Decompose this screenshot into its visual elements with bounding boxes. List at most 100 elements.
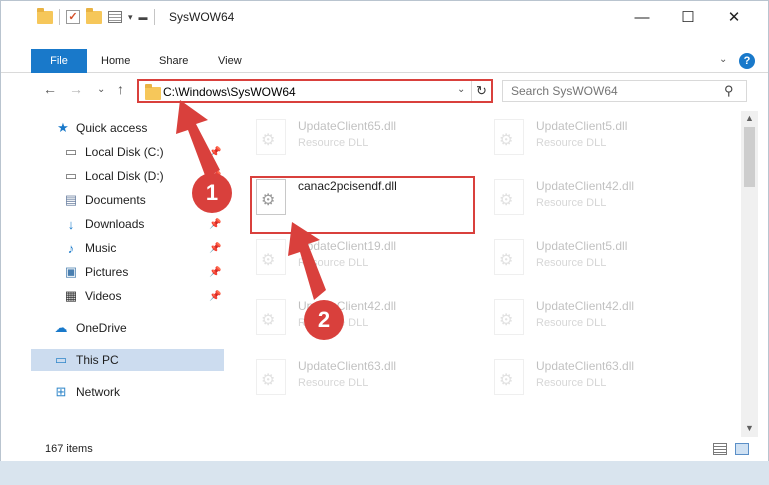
toolbar-divider <box>153 9 155 25</box>
file-name: UpdateClient65.dll <box>298 119 397 133</box>
dll-file-icon: ⚙ <box>256 299 286 335</box>
forward-button[interactable]: → <box>69 81 83 97</box>
sidebar-item-label: Local Disk (C:) <box>85 145 164 159</box>
gear-icon: ⚙ <box>261 252 276 269</box>
download-icon: ↓ <box>67 216 75 232</box>
sidebar-item-this-pc[interactable]: ▭ This PC <box>31 349 224 371</box>
chevron-down-icon[interactable]: ⌄ <box>457 84 465 95</box>
item-count: 167 items <box>45 443 93 455</box>
step-1-badge: 1 <box>192 173 232 213</box>
tab-share[interactable]: Share <box>159 49 188 73</box>
help-icon[interactable]: ? <box>739 53 755 69</box>
title-bar: ✓ ▾ ▬ SysWOW64 — ☐ ✕ <box>1 1 768 33</box>
address-bar[interactable]: C:\Windows\SysWOW64 ⌄ ↻ <box>137 79 493 103</box>
gear-icon: ⚙ <box>261 312 276 329</box>
videos-icon: ▦ <box>64 288 78 303</box>
file-type: Resource DLL <box>298 257 369 269</box>
address-path[interactable]: C:\Windows\SysWOW64 <box>163 85 296 99</box>
status-bar: 167 items <box>1 437 768 461</box>
sidebar-item-downloads[interactable]: ↓ Downloads 📌 <box>31 213 224 235</box>
customize-toolbar-icon[interactable]: ▬ <box>139 12 148 22</box>
file-item[interactable]: ⚙ UpdateClient19.dll Resource DLL <box>228 231 458 281</box>
sidebar-item-label: OneDrive <box>76 321 127 335</box>
file-type: Resource DLL <box>536 197 607 209</box>
up-button[interactable]: ↑ <box>117 81 124 97</box>
file-type: Resource DLL <box>298 137 369 149</box>
sidebar-item-network[interactable]: ⊞ Network <box>31 381 224 403</box>
sidebar-item-label: Quick access <box>76 121 148 135</box>
sidebar-item-label: Music <box>85 241 117 255</box>
file-name: UpdateClient19.dll <box>298 239 397 253</box>
pin-icon[interactable]: 📌 <box>209 291 221 302</box>
sidebar-item-videos[interactable]: ▦ Videos 📌 <box>31 285 224 307</box>
file-list: ⚙ UpdateClient65.dll Resource DLL ⚙ Upda… <box>228 111 740 437</box>
documents-icon: ▤ <box>64 192 78 207</box>
file-item[interactable]: ⚙ UpdateClient5.dll Resource DLL <box>466 111 696 161</box>
sidebar-item-label: Local Disk (D:) <box>85 169 164 183</box>
properties-icon[interactable] <box>108 11 122 23</box>
scroll-up-icon[interactable]: ▲ <box>745 113 754 123</box>
large-icons-view-icon[interactable] <box>735 443 749 455</box>
sidebar-item-quick-access[interactable]: ★ Quick access <box>31 117 224 139</box>
navigation-pane: ★ Quick access ▭ Local Disk (C:) 📌 ▭ Loc… <box>31 117 224 437</box>
details-view-icon[interactable] <box>713 443 727 455</box>
gear-icon: ⚙ <box>499 252 514 269</box>
music-icon: ♪ <box>67 240 75 256</box>
vertical-scrollbar[interactable]: ▲ ▼ <box>741 111 758 437</box>
pin-icon[interactable]: 📌 <box>209 147 221 158</box>
pin-icon[interactable]: 📌 <box>209 267 221 278</box>
search-icon[interactable]: ⚲ <box>724 83 734 99</box>
recent-locations-button[interactable]: ⌄ <box>97 84 105 95</box>
file-type: Resource DLL <box>536 377 607 389</box>
dll-file-icon: ⚙ <box>494 239 524 275</box>
quick-access-toolbar: ✓ ▾ ▬ <box>37 7 155 27</box>
tab-view[interactable]: View <box>218 49 242 73</box>
gear-icon: ⚙ <box>499 312 514 329</box>
gear-icon: ⚙ <box>261 132 276 149</box>
file-name: UpdateClient5.dll <box>536 239 628 253</box>
star-icon: ★ <box>57 120 69 135</box>
expand-ribbon-icon[interactable]: ⌄ <box>719 54 727 65</box>
maximize-button[interactable]: ☐ <box>665 1 711 33</box>
dll-file-icon: ⚙ <box>494 299 524 335</box>
file-name: UpdateClient63.dll <box>536 359 635 373</box>
file-item[interactable]: ⚙ UpdateClient42.dll Resource DLL <box>466 171 696 221</box>
file-name: UpdateClient63.dll <box>298 359 397 373</box>
sidebar-item-label: This PC <box>76 353 119 367</box>
sidebar-item-onedrive[interactable]: ☁ OneDrive <box>31 317 224 339</box>
chevron-down-icon[interactable]: ▾ <box>128 12 133 23</box>
properties-check-icon[interactable]: ✓ <box>66 10 80 24</box>
sidebar-item-local-disk-c[interactable]: ▭ Local Disk (C:) 📌 <box>31 141 224 163</box>
scroll-down-icon[interactable]: ▼ <box>745 423 754 433</box>
refresh-button[interactable]: ↻ <box>471 81 491 101</box>
pin-icon[interactable]: 📌 <box>209 243 221 254</box>
file-highlight-box <box>250 176 475 234</box>
search-input[interactable] <box>511 83 711 99</box>
file-item[interactable]: ⚙ UpdateClient63.dll Resource DLL <box>466 351 696 401</box>
new-folder-icon[interactable] <box>86 7 102 24</box>
tab-file[interactable]: File <box>31 49 87 73</box>
file-type: Resource DLL <box>536 257 607 269</box>
minimize-button[interactable]: — <box>619 1 665 33</box>
close-button[interactable]: ✕ <box>711 1 757 33</box>
network-icon: ⊞ <box>55 384 67 399</box>
sidebar-item-pictures[interactable]: ▣ Pictures 📌 <box>31 261 224 283</box>
explorer-window: ✓ ▾ ▬ SysWOW64 — ☐ ✕ File Home Share Vie… <box>0 0 769 461</box>
dll-file-icon: ⚙ <box>494 179 524 215</box>
pin-icon[interactable]: 📌 <box>209 219 221 230</box>
file-item[interactable]: ⚙ UpdateClient63.dll Resource DLL <box>228 351 458 401</box>
file-name: UpdateClient5.dll <box>536 119 628 133</box>
dll-file-icon: ⚙ <box>494 119 524 155</box>
file-item[interactable]: ⚙ UpdateClient5.dll Resource DLL <box>466 231 696 281</box>
sidebar-item-music[interactable]: ♪ Music 📌 <box>31 237 224 259</box>
scrollbar-thumb[interactable] <box>744 127 755 187</box>
file-item[interactable]: ⚙ UpdateClient65.dll Resource DLL <box>228 111 458 161</box>
sidebar-item-label: Documents <box>85 193 146 207</box>
drive-icon: ▭ <box>64 168 78 183</box>
tab-home[interactable]: Home <box>101 49 130 73</box>
search-box[interactable]: ⚲ <box>502 80 747 102</box>
file-item[interactable]: ⚙ UpdateClient42.dll Resource DLL <box>466 291 696 341</box>
file-name: UpdateClient42.dll <box>536 299 635 313</box>
sidebar-item-label: Downloads <box>85 217 145 231</box>
back-button[interactable]: ← <box>43 81 57 97</box>
